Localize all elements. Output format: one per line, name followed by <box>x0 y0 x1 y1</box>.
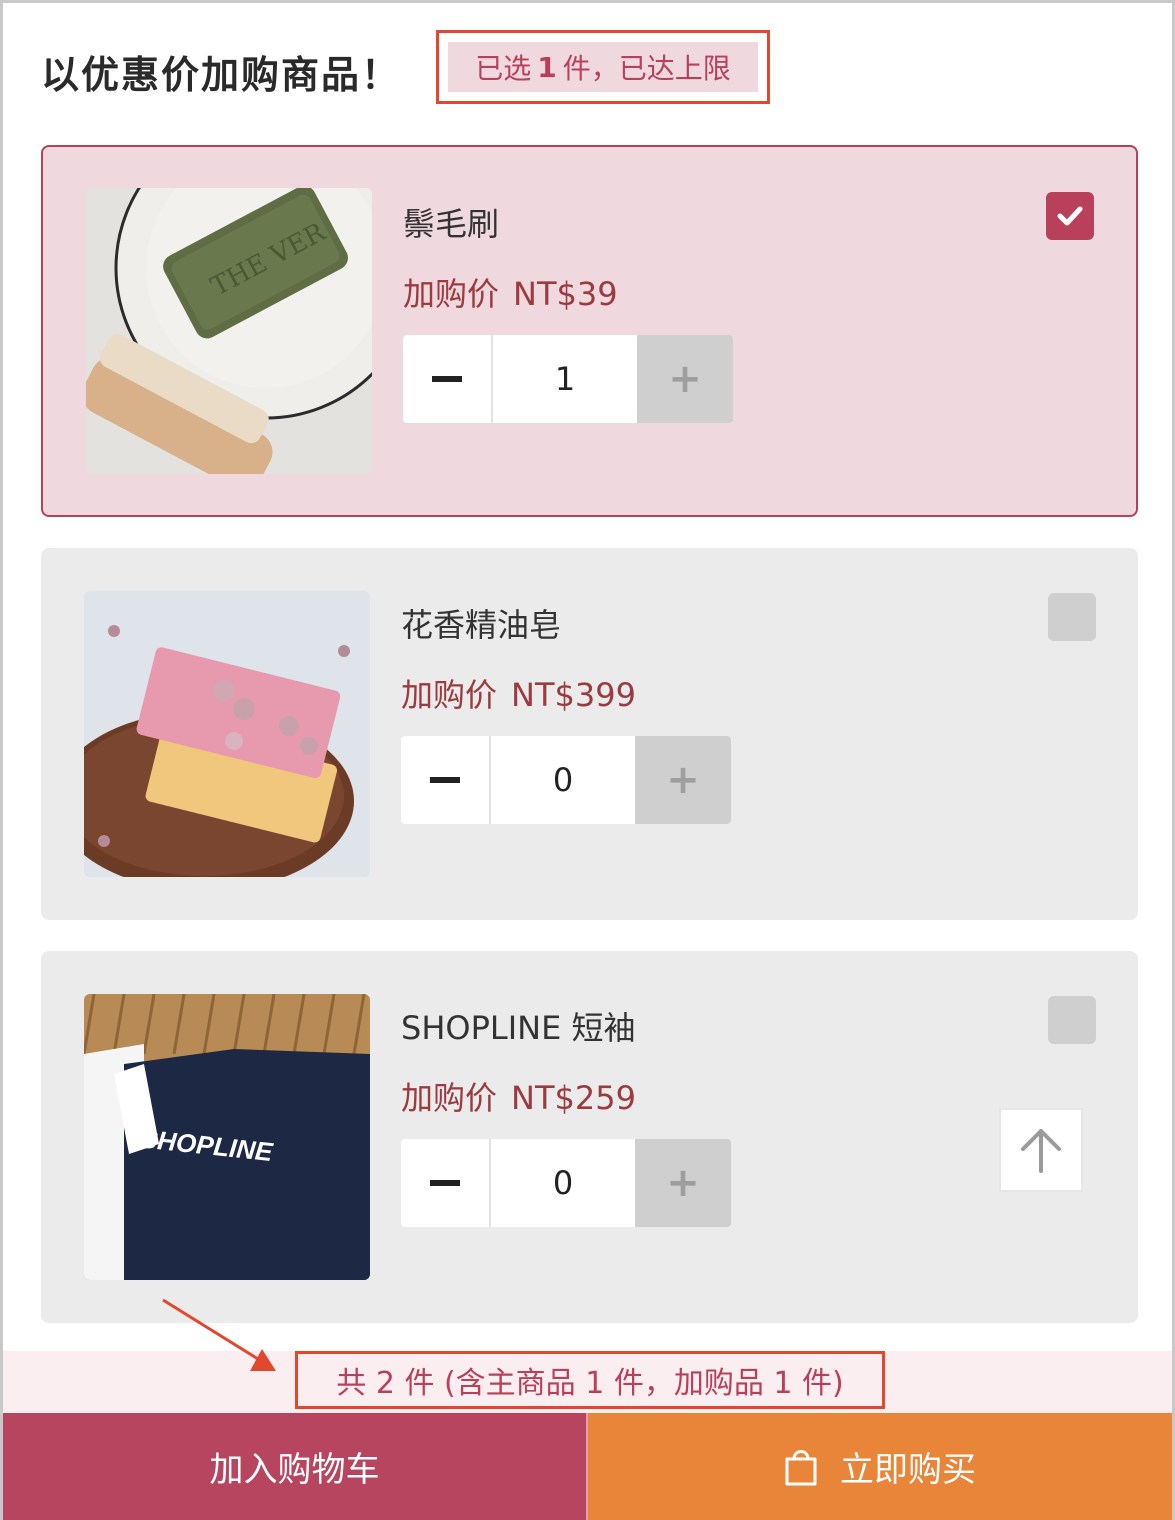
product-checkbox[interactable] <box>1048 593 1096 641</box>
product-name: SHOPLINE 短袖 <box>401 1009 636 1047</box>
product-price: 加购价 NT$259 <box>401 1079 636 1117</box>
shopping-bag-icon <box>785 1449 817 1485</box>
increment-button[interactable]: + <box>637 335 733 423</box>
back-to-top-button[interactable] <box>999 1108 1083 1192</box>
header: 以优惠价加购商品！ <box>41 47 401 97</box>
decrement-button[interactable] <box>401 736 491 824</box>
product-image: SHOPLINE <box>84 994 370 1280</box>
minus-icon <box>430 1180 460 1186</box>
product-image: THE VER <box>86 188 372 474</box>
quantity-stepper: 0 + <box>401 1139 731 1227</box>
product-image <box>84 591 370 877</box>
check-icon <box>1057 206 1083 226</box>
product-price: 加购价 NT$39 <box>403 275 618 313</box>
quantity-value[interactable]: 0 <box>491 1139 635 1227</box>
minus-icon <box>432 376 462 382</box>
quantity-value[interactable]: 1 <box>493 335 637 423</box>
order-summary: 共 2 件 (含主商品 1 件，加购品 1 件) <box>295 1351 885 1409</box>
decrement-button[interactable] <box>401 1139 491 1227</box>
decrement-button[interactable] <box>403 335 493 423</box>
addon-product-card[interactable]: SHOPLINE SHOPLINE 短袖 加购价 NT$259 0 + <box>41 951 1138 1323</box>
quantity-stepper: 1 + <box>403 335 733 423</box>
selection-limit-badge: 已选 1 件，已达上限 <box>448 42 758 92</box>
page-title: 以优惠价加购商品！ <box>41 52 402 97</box>
addon-product-card[interactable]: 花香精油皂 加购价 NT$399 0 + <box>41 548 1138 920</box>
buy-now-button[interactable]: 立即购买 <box>588 1413 1172 1520</box>
annotation-arrow-icon <box>162 1298 276 1371</box>
limit-annotation-box: 已选 1 件，已达上限 <box>436 30 770 104</box>
increment-button[interactable]: + <box>635 736 731 824</box>
increment-button[interactable]: + <box>635 1139 731 1227</box>
product-checkbox[interactable] <box>1046 192 1094 240</box>
product-name: 花香精油皂 <box>401 606 562 644</box>
arrow-up-icon <box>1021 1129 1061 1173</box>
product-price: 加购价 NT$399 <box>401 676 636 714</box>
action-bar: 加入购物车 立即购买 <box>3 1413 1172 1520</box>
product-name: 鬃毛刷 <box>403 205 500 243</box>
quantity-value[interactable]: 0 <box>491 736 635 824</box>
quantity-stepper: 0 + <box>401 736 731 824</box>
product-checkbox[interactable] <box>1048 996 1096 1044</box>
minus-icon <box>430 777 460 783</box>
add-to-cart-button[interactable]: 加入购物车 <box>3 1413 588 1520</box>
addon-product-card[interactable]: THE VER 鬃毛刷 加购价 NT$39 1 + <box>41 145 1138 517</box>
